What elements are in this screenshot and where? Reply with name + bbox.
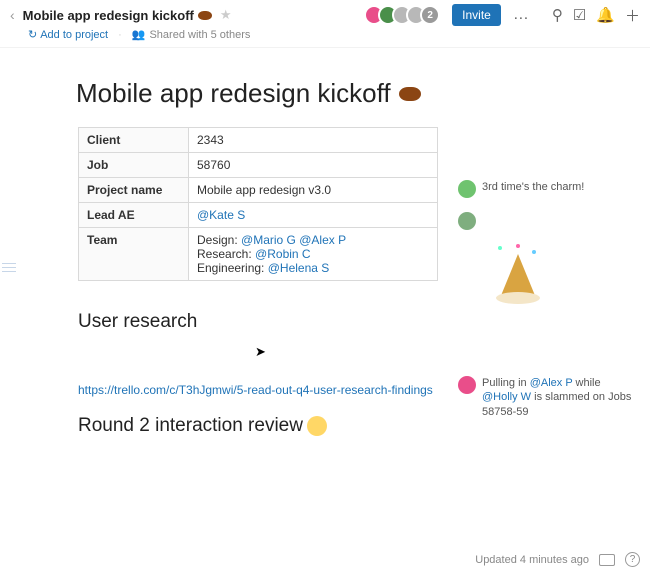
section-heading-round2-text: Round 2 interaction review (78, 415, 303, 437)
football-icon (399, 87, 421, 101)
cell-key: Job (79, 153, 189, 178)
cell-val: @Kate S (189, 203, 438, 228)
thinking-face-icon (307, 416, 327, 436)
mention[interactable]: @Helena S (268, 261, 330, 275)
margin-indicator (2, 263, 16, 275)
team-design-label: Design: (197, 233, 238, 247)
mention[interactable]: @Mario G (241, 233, 296, 247)
cell-val: 2343 (189, 128, 438, 153)
party-popper-icon (494, 244, 542, 304)
table-row: Team Design: @Mario G @Alex P Research: … (79, 228, 438, 281)
football-icon (198, 11, 212, 20)
cell-key: Lead AE (79, 203, 189, 228)
comment-fragment: Pulling in (482, 377, 530, 389)
updated-timestamp: Updated 4 minutes ago (475, 554, 589, 566)
page-title: Mobile app redesign kickoff (76, 78, 448, 109)
mention[interactable]: @Alex P (530, 377, 573, 389)
invite-button[interactable]: Invite (452, 4, 501, 26)
notifications-icon[interactable]: 🔔 (596, 6, 615, 24)
avatar (458, 212, 476, 230)
section-heading-round2: Round 2 interaction review (78, 415, 448, 437)
comment[interactable]: 3rd time's the charm! (458, 180, 636, 198)
mention[interactable]: @Robin C (255, 247, 311, 261)
comments-column: 3rd time's the charm! Pulling in @Alex P… (448, 48, 650, 551)
team-research-label: Research: (197, 247, 252, 261)
table-row: Client 2343 (79, 128, 438, 153)
mention[interactable]: @Kate S (197, 208, 245, 222)
section-heading-user-research: User research (78, 311, 448, 333)
cell-key: Project name (79, 178, 189, 203)
page-title-text: Mobile app redesign kickoff (76, 78, 391, 109)
cell-val: 58760 (189, 153, 438, 178)
avatar-stack[interactable]: 2 (370, 5, 440, 25)
comment-fragment: while (572, 377, 600, 389)
footer: Updated 4 minutes ago ? (475, 552, 640, 567)
avatar (458, 376, 476, 394)
add-to-project-link[interactable]: ↻ Add to project (28, 28, 108, 41)
cell-key: Client (79, 128, 189, 153)
cell-val: Mobile app redesign v3.0 (189, 178, 438, 203)
document-body[interactable]: Mobile app redesign kickoff Client 2343 … (18, 48, 448, 551)
back-chevron-icon[interactable]: ‹ (10, 7, 15, 23)
table-row: Project name Mobile app redesign v3.0 (79, 178, 438, 203)
keyboard-icon[interactable] (599, 554, 615, 566)
doc-title-small-text: Mobile app redesign kickoff (23, 8, 194, 23)
mention[interactable]: @Alex P (299, 233, 346, 247)
people-icon: 👥 (132, 28, 146, 41)
help-icon[interactable]: ? (625, 552, 640, 567)
refresh-icon: ↻ (28, 28, 37, 41)
trello-link[interactable]: https://trello.com/c/T3hJgmwi/5-read-out… (78, 383, 448, 397)
team-eng-label: Engineering: (197, 261, 264, 275)
new-icon[interactable]: ＋ (625, 5, 640, 26)
doc-title-small: Mobile app redesign kickoff (23, 8, 212, 23)
search-icon[interactable]: ⚲ (552, 6, 563, 24)
comment[interactable]: Pulling in @Alex P while @Holly W is sla… (458, 376, 636, 419)
comment-text: 3rd time's the charm! (482, 180, 584, 194)
add-to-project-label: Add to project (40, 29, 108, 41)
more-menu-icon[interactable]: … (509, 6, 534, 24)
table-row: Lead AE @Kate S (79, 203, 438, 228)
cell-val: Design: @Mario G @Alex P Research: @Robi… (189, 228, 438, 281)
tasks-icon[interactable]: ☑ (573, 6, 586, 24)
shared-with-label: Shared with 5 others (149, 29, 250, 41)
info-table: Client 2343 Job 58760 Project name Mobil… (78, 127, 438, 281)
shared-with[interactable]: 👥 Shared with 5 others (132, 28, 251, 41)
avatar (458, 180, 476, 198)
star-icon[interactable]: ★ (220, 7, 232, 23)
comment-avatar-only[interactable] (458, 212, 636, 230)
avatar-overflow[interactable]: 2 (420, 5, 440, 25)
mention[interactable]: @Holly W (482, 391, 531, 403)
cell-key: Team (79, 228, 189, 281)
comment-text: Pulling in @Alex P while @Holly W is sla… (482, 376, 636, 419)
table-row: Job 58760 (79, 153, 438, 178)
separator: · (118, 29, 122, 41)
